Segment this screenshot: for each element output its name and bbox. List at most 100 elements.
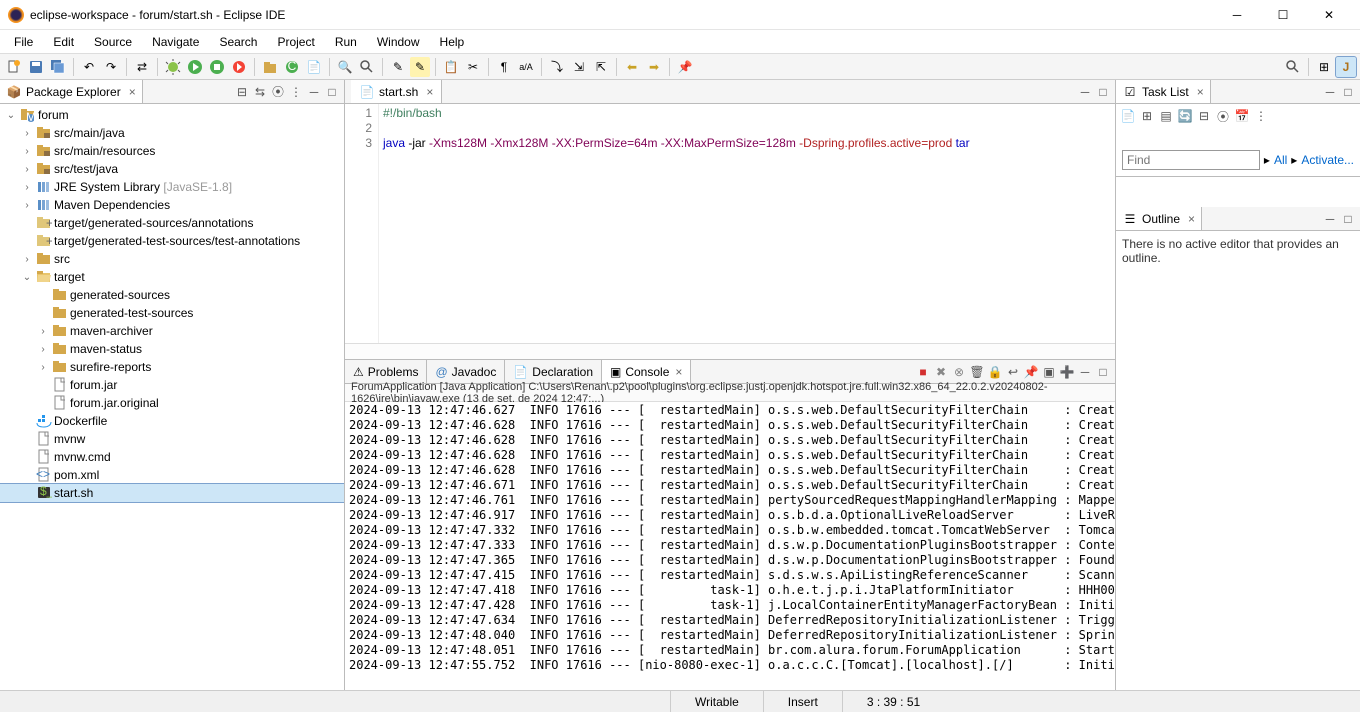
package-explorer-tab[interactable]: 📦 Package Explorer × <box>0 80 143 103</box>
maximize-editor-icon[interactable]: □ <box>1095 84 1111 100</box>
quick-access-icon[interactable] <box>1283 57 1303 77</box>
tree-node[interactable]: ›src/main/java <box>0 124 344 142</box>
tree-node[interactable]: ›src/main/resources <box>0 142 344 160</box>
sync-icon[interactable]: 🔄 <box>1177 108 1193 124</box>
link-editor-icon[interactable]: ⇆ <box>252 84 268 100</box>
outline-tab[interactable]: ☰ Outline × <box>1116 207 1202 230</box>
code-area[interactable]: #!/bin/bash java -jar -Xms128M -Xmx128M … <box>379 104 1115 343</box>
maximize-view-icon[interactable]: □ <box>324 84 340 100</box>
minimize-view-icon[interactable]: ─ <box>306 84 322 100</box>
paste-icon[interactable]: 📋 <box>441 57 461 77</box>
close-icon[interactable]: × <box>129 85 136 99</box>
run-icon[interactable] <box>185 57 205 77</box>
ab-icon[interactable]: a/A <box>516 57 536 77</box>
undo-icon[interactable]: ↶ <box>79 57 99 77</box>
skip2-icon[interactable]: ⇱ <box>591 57 611 77</box>
tree-node[interactable]: ›maven-archiver <box>0 322 344 340</box>
tree-node[interactable]: mvnw <box>0 430 344 448</box>
tree-project-root[interactable]: ⌄Mforum <box>0 106 344 124</box>
tree-node[interactable]: Dockerfile <box>0 412 344 430</box>
debug-icon[interactable] <box>163 57 183 77</box>
coverage-icon[interactable] <box>207 57 227 77</box>
minimize-button[interactable]: ─ <box>1214 0 1260 30</box>
categorize-icon[interactable]: ⊞ <box>1139 108 1155 124</box>
scroll-lock-icon[interactable]: 🔒 <box>987 364 1003 380</box>
editor-content[interactable]: 123 #!/bin/bash java -jar -Xms128M -Xmx1… <box>345 104 1115 343</box>
maximize-view-icon[interactable]: □ <box>1340 211 1356 227</box>
tree-node[interactable]: ›maven-status <box>0 340 344 358</box>
java-perspective-icon[interactable]: J <box>1336 57 1356 77</box>
display-console-icon[interactable]: ▣ <box>1041 364 1057 380</box>
tree-node[interactable]: ⌄target <box>0 268 344 286</box>
activate-link[interactable]: Activate... <box>1301 153 1354 167</box>
collapse-icon[interactable]: ⊟ <box>1196 108 1212 124</box>
maximize-view-icon[interactable]: □ <box>1340 84 1356 100</box>
pin-console-icon[interactable]: 📌 <box>1023 364 1039 380</box>
tree-node[interactable]: +target/generated-sources/annotations <box>0 214 344 232</box>
new-package-icon[interactable] <box>260 57 280 77</box>
new-icon[interactable] <box>4 57 24 77</box>
tree-node[interactable]: forum.jar.original <box>0 394 344 412</box>
console-output[interactable]: 2024-09-13 12:47:46.627 INFO 17616 --- [… <box>345 402 1115 690</box>
open-console-icon[interactable]: ➕ <box>1059 364 1075 380</box>
tree-node[interactable]: mvnw.cmd <box>0 448 344 466</box>
schedule-icon[interactable]: 📅 <box>1234 108 1250 124</box>
chevron-right-icon[interactable]: ▸ <box>1264 153 1270 167</box>
ext-tools-icon[interactable] <box>229 57 249 77</box>
skip-icon[interactable]: ⇲ <box>569 57 589 77</box>
menu-edit[interactable]: Edit <box>43 33 84 51</box>
tree-node[interactable]: generated-test-sources <box>0 304 344 322</box>
menu-project[interactable]: Project <box>267 33 324 51</box>
menu-help[interactable]: Help <box>430 33 475 51</box>
clear-console-icon[interactable]: 🗑 <box>969 364 985 380</box>
maximize-bottom-icon[interactable]: □ <box>1095 364 1111 380</box>
toggle-ws-icon[interactable]: ✎ <box>410 57 430 77</box>
tree-node[interactable]: <>pom.xml <box>0 466 344 484</box>
cut-icon[interactable]: ✂ <box>463 57 483 77</box>
close-icon[interactable]: × <box>675 365 682 379</box>
word-wrap-icon[interactable]: ↩ <box>1005 364 1021 380</box>
focus-task-icon[interactable]: ⦿ <box>1215 108 1231 124</box>
menu-source[interactable]: Source <box>84 33 142 51</box>
tasklist-menu-icon[interactable]: ⋮ <box>1253 108 1269 124</box>
save-icon[interactable] <box>26 57 46 77</box>
view-menu-icon[interactable]: ⋮ <box>288 84 304 100</box>
pin-icon[interactable]: 📌 <box>675 57 695 77</box>
new-class-icon[interactable]: C <box>282 57 302 77</box>
forward-icon[interactable]: ➡ <box>644 57 664 77</box>
tree-node[interactable]: ›JRE System Library [JavaSE-1.8] <box>0 178 344 196</box>
filter-icon[interactable]: ▤ <box>1158 108 1174 124</box>
redo-icon[interactable]: ↷ <box>101 57 121 77</box>
chevron-right-icon[interactable]: ▸ <box>1291 153 1297 167</box>
terminate-icon[interactable]: ■ <box>915 364 931 380</box>
menu-file[interactable]: File <box>4 33 43 51</box>
tree-node[interactable]: $_start.sh <box>0 484 344 502</box>
maximize-button[interactable]: ☐ <box>1260 0 1306 30</box>
menu-run[interactable]: Run <box>325 33 367 51</box>
step-icon[interactable]: ⤵ <box>547 57 567 77</box>
tree-node[interactable]: ›src/test/java <box>0 160 344 178</box>
tree-node[interactable]: ›surefire-reports <box>0 358 344 376</box>
close-icon[interactable]: × <box>1188 212 1195 226</box>
menu-window[interactable]: Window <box>367 33 430 51</box>
new-task-icon[interactable]: 📄 <box>1120 108 1136 124</box>
find-input[interactable] <box>1122 150 1260 170</box>
tree-node[interactable]: ›src <box>0 250 344 268</box>
pilcrow-icon[interactable]: ¶ <box>494 57 514 77</box>
close-icon[interactable]: × <box>1197 85 1204 99</box>
focus-icon[interactable]: ⦿ <box>270 84 286 100</box>
close-button[interactable]: ✕ <box>1306 0 1352 30</box>
minimize-view-icon[interactable]: ─ <box>1322 84 1338 100</box>
tree-node[interactable]: generated-sources <box>0 286 344 304</box>
editor-tab-start-sh[interactable]: 📄 start.sh × <box>351 80 442 103</box>
back-icon[interactable]: ⬅ <box>622 57 642 77</box>
open-perspective-icon[interactable]: ⊞ <box>1314 57 1334 77</box>
tree-node[interactable]: ›Maven Dependencies <box>0 196 344 214</box>
minimize-view-icon[interactable]: ─ <box>1322 211 1338 227</box>
task-list-tab[interactable]: ☑ Task List × <box>1116 80 1211 103</box>
toggle-mark-icon[interactable]: ✎ <box>388 57 408 77</box>
package-explorer-tree[interactable]: ⌄Mforum›src/main/java›src/main/resources… <box>0 104 344 690</box>
new-file-icon[interactable]: 📄 <box>304 57 324 77</box>
remove-all-icon[interactable]: ⊗ <box>951 364 967 380</box>
search-icon[interactable] <box>357 57 377 77</box>
